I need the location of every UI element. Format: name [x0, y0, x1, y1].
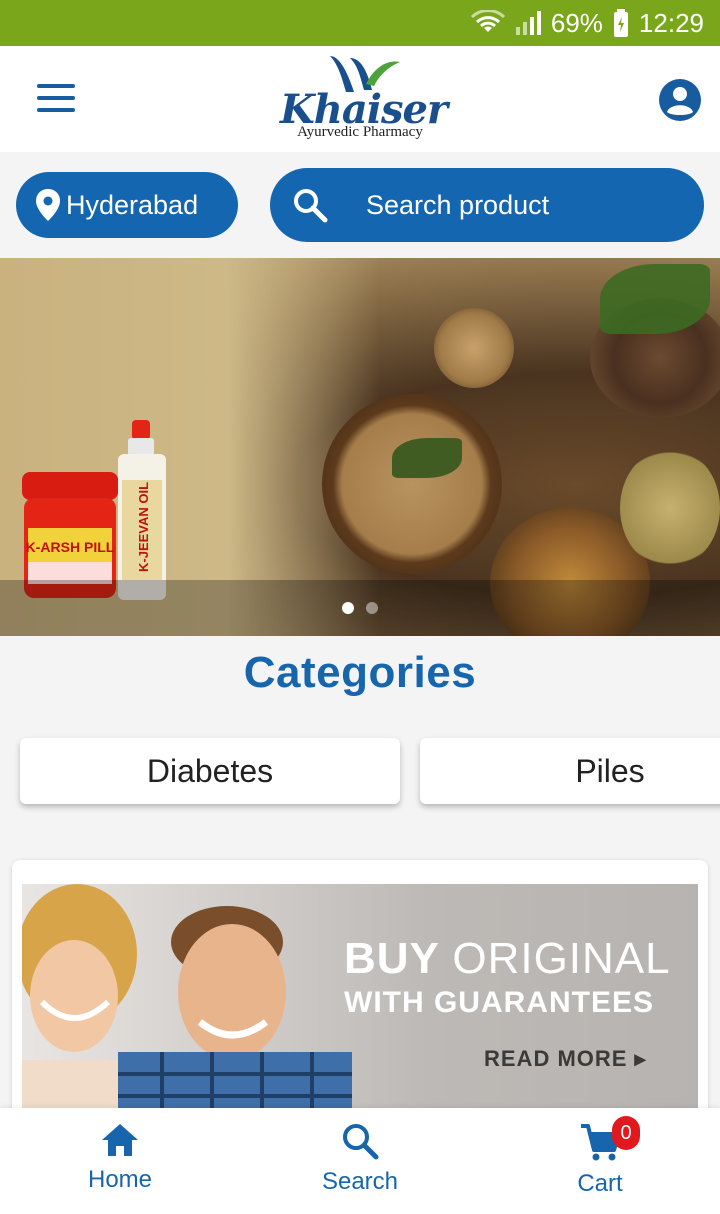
promo-headline: BUY ORIGINAL [344, 934, 671, 984]
app-screen: 69% 12:29 Khaiser Ayurvedic Pharmacy Hyd… [0, 0, 720, 1214]
nav-cart[interactable]: 0 Cart [530, 1116, 670, 1208]
promo-card: BUY ORIGINAL WITH GUARANTEES READ MORE ▸ [12, 860, 708, 1120]
leaf [600, 264, 710, 334]
location-button[interactable]: Hyderabad [16, 172, 238, 238]
nav-cart-label: Cart [577, 1170, 623, 1197]
categories-heading: Categories [243, 648, 477, 697]
search-placeholder: Search product [366, 189, 550, 220]
kjeevan-oil-bottle: K-JEEVAN OIL [118, 420, 166, 600]
nav-search-label: Search [321, 1168, 399, 1195]
search-icon [294, 189, 328, 223]
hamburger-line [37, 96, 75, 100]
carousel-dots [0, 602, 720, 614]
search-input[interactable]: Search product [270, 168, 704, 242]
spice-bowl [434, 308, 514, 388]
bottom-navigation: Home Search 0 Cart [0, 1108, 720, 1214]
promo-carousel[interactable]: K-ARSH PILL K-JEEVAN OIL [0, 258, 720, 636]
search-icon [343, 1124, 379, 1160]
menu-button[interactable] [34, 82, 78, 114]
category-diabetes[interactable]: Diabetes [20, 738, 400, 804]
read-more-link[interactable]: READ MORE ▸ [484, 1046, 647, 1072]
hamburger-icon [37, 84, 75, 88]
product-label-kjeevan: K-JEEVAN OIL [136, 482, 151, 572]
wifi-icon [470, 10, 505, 32]
carousel-dot-1[interactable] [342, 602, 354, 614]
promo-headline-light: ORIGINAL [452, 934, 671, 983]
promo-banner[interactable]: BUY ORIGINAL WITH GUARANTEES READ MORE ▸ [22, 884, 698, 1120]
home-icon [102, 1124, 138, 1156]
app-header: Khaiser Ayurvedic Pharmacy [0, 46, 720, 152]
location-label: Hyderabad [66, 189, 199, 220]
status-time: 12:29 [638, 7, 704, 38]
status-bar: 69% 12:29 [0, 0, 720, 46]
battery-icon [613, 9, 628, 37]
nav-home-label: Home [87, 1166, 153, 1193]
leaf [392, 438, 462, 478]
brand-tagline: Ayurvedic Pharmacy [297, 124, 423, 140]
signal-icon [515, 11, 541, 35]
location-pin-icon [36, 189, 60, 221]
product-label-karsh: K-ARSH PILL [26, 539, 115, 555]
promo-people-illustration [22, 884, 352, 1120]
promo-headline-bold: BUY [344, 934, 440, 983]
cart-count-badge: 0 [612, 1116, 640, 1150]
spice-bowl [322, 394, 502, 574]
category-piles[interactable]: Piles [420, 738, 720, 804]
carousel-dot-2[interactable] [366, 602, 378, 614]
hamburger-line [37, 108, 75, 112]
promo-subheadline: WITH GUARANTEES [344, 986, 654, 1019]
account-circle-icon[interactable] [658, 78, 702, 122]
nav-home[interactable]: Home [50, 1122, 190, 1208]
nav-search[interactable]: Search [290, 1122, 430, 1208]
cardamom-pile [620, 448, 720, 568]
brand-logo[interactable]: Khaiser Ayurvedic Pharmacy [280, 54, 448, 144]
battery-percent: 69% [550, 7, 603, 38]
